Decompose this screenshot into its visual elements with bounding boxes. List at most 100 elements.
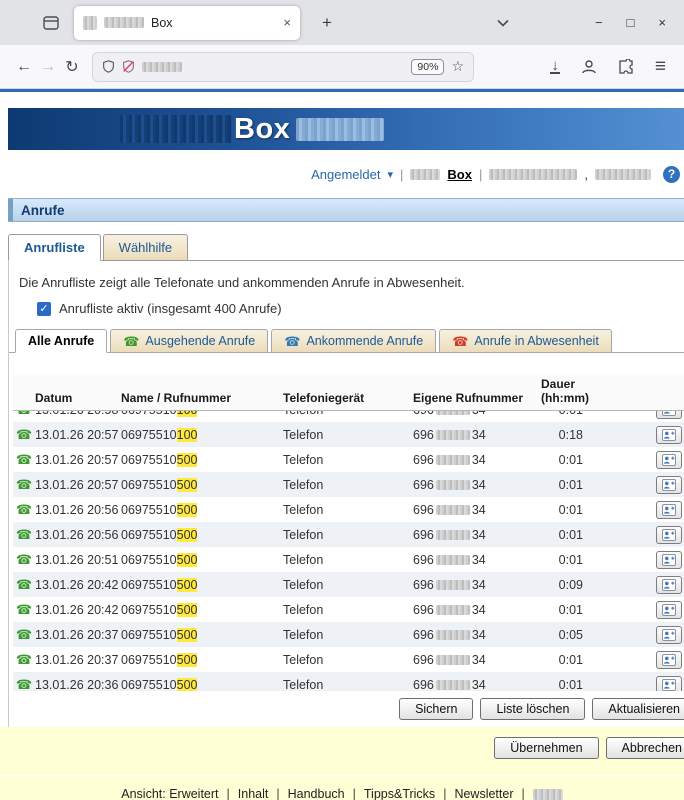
call-duration: 0:01 [559,503,589,517]
call-row: ☎ 13.01.26 20:42 06975510500 Telefon 696… [13,572,684,597]
call-row: ☎ 13.01.26 20:57 06975510500 Telefon 696… [13,472,684,497]
call-number: 06975510500 [121,678,283,692]
page-top-border [0,89,684,92]
page-title: Anrufe [21,203,65,218]
add-to-phonebook-button[interactable] [656,651,682,669]
url-bar[interactable]: 90% ☆ [92,52,474,82]
call-number: 06975510100 [121,428,283,442]
filter-tab-missed[interactable]: ☎ Anrufe in Abwesenheit [439,329,612,353]
liste-loeschen-button[interactable]: Liste löschen [480,698,585,720]
call-number: 06975510500 [121,453,283,467]
uebernehmen-button[interactable]: Übernehmen [494,737,598,759]
checkbox-checked-icon[interactable]: ✓ [37,302,51,316]
footer-link[interactable]: Ansicht: Erweitert [121,787,218,800]
abbrechen-button[interactable]: Abbrechen [606,737,684,759]
outgoing-call-icon: ☎ [16,502,32,517]
tab-anrufliste[interactable]: Anrufliste [8,234,101,261]
help-icon[interactable]: ? [663,166,680,183]
account-icon[interactable] [581,59,597,75]
outgoing-call-icon: ☎ [16,602,32,617]
call-date: 13.01.26 20:42 [35,603,121,617]
aktualisieren-button[interactable]: Aktualisieren [592,698,684,720]
own-number: 69634 [413,478,541,492]
add-to-phonebook-button[interactable] [656,451,682,469]
firefox-view-icon[interactable] [38,10,64,36]
call-device: Telefon [283,578,413,592]
filter-tab-incoming[interactable]: ☎ Ankommende Anrufe [271,329,436,353]
footer-link[interactable]: Inhalt [238,787,269,800]
filter-tab-label: Ankommende Anrufe [306,334,423,348]
call-device: Telefon [283,678,413,692]
table-header: Datum Name / Rufnummer Telefoniegerät Ei… [13,375,684,411]
separator: | [479,167,482,182]
call-device: Telefon [283,428,413,442]
apply-buttons: Übernehmen Abbrechen [0,727,684,759]
browser-tab[interactable]: Box × [74,6,300,40]
window-close-button[interactable]: × [658,15,666,30]
footer-link[interactable]: Tipps&Tricks [364,787,435,800]
call-duration: 0:09 [559,578,589,592]
add-to-phonebook-button[interactable] [656,526,682,544]
footer-separator: | [521,787,524,800]
shield-icon[interactable] [102,59,115,74]
logged-in-label[interactable]: Angemeldet [311,167,380,182]
add-to-phonebook-button[interactable] [656,476,682,494]
add-to-phonebook-button[interactable] [656,576,682,594]
tracking-protection-off-icon[interactable] [122,59,135,74]
call-duration: 0:05 [559,628,589,642]
session-bar: Angemeldet ▾ | Box | , ? [8,164,684,184]
window-controls: − □ × [595,15,674,30]
reload-button[interactable]: ↻ [60,57,84,77]
add-to-phonebook-button[interactable] [656,551,682,569]
search-highlight: 500 [177,553,198,567]
sichern-button[interactable]: Sichern [399,698,473,720]
window-minimize-button[interactable]: − [595,15,603,30]
forward-button[interactable]: → [36,58,60,76]
filter-tab-outgoing[interactable]: ☎ Ausgehende Anrufe [110,329,268,353]
window-maximize-button[interactable]: □ [627,15,635,30]
call-date: 13.01.26 20:51 [35,553,121,567]
call-date: 13.01.26 20:58 [35,411,121,417]
call-device: Telefon [283,628,413,642]
zoom-indicator[interactable]: 90% [411,59,444,75]
logged-in-caret-icon[interactable]: ▾ [388,168,394,181]
call-date: 13.01.26 20:57 [35,428,121,442]
toolbar-right-icons: ↓ ≡ [550,56,672,78]
add-to-phonebook-button[interactable] [656,626,682,644]
new-tab-button[interactable]: + [314,13,340,33]
extensions-icon[interactable] [618,59,634,75]
call-number: 06975510500 [121,628,283,642]
header-dauer-line1: Dauer [541,377,589,391]
list-tabs-chevron-icon[interactable] [497,19,509,27]
add-to-phonebook-button[interactable] [656,411,682,419]
call-date: 13.01.26 20:57 [35,453,121,467]
add-to-phonebook-button[interactable] [656,676,682,692]
call-row: ☎ 13.01.26 20:36 06975510500 Telefon 696… [13,672,684,691]
list-buttons: Sichern Liste löschen Aktualisieren [9,691,684,727]
filter-tab-all[interactable]: Alle Anrufe [15,329,107,353]
filter-tab-label: Ausgehende Anrufe [145,334,255,348]
add-to-phonebook-button[interactable] [656,601,682,619]
outgoing-call-icon: ☎ [16,652,32,667]
add-to-phonebook-button[interactable] [656,426,682,444]
downloads-icon[interactable]: ↓ [550,59,560,74]
outgoing-call-icon: ☎ [16,411,32,417]
box-link[interactable]: Box [447,167,472,182]
tab-close-icon[interactable]: × [283,15,291,30]
call-row: ☎ 13.01.26 20:58 06975510100 Telefon 696… [13,411,684,422]
footer-link[interactable]: Handbuch [288,787,345,800]
back-button[interactable]: ← [12,58,36,76]
outgoing-call-icon: ☎ [16,552,32,567]
own-number-redacted [436,455,470,465]
session-info-redacted [595,169,651,180]
call-list-active-checkbox-row[interactable]: ✓ Anrufliste aktiv (insgesamt 400 Anrufe… [37,301,674,316]
tab-waehlhilfe[interactable]: Wählhilfe [103,234,188,261]
filter-tab-label: Anrufe in Abwesenheit [474,334,598,348]
tab-title: Box [151,16,173,30]
own-number-redacted [436,630,470,640]
menu-icon[interactable]: ≡ [655,56,666,78]
outgoing-call-icon: ☎ [16,627,32,642]
bookmark-star-icon[interactable]: ☆ [451,58,464,75]
add-to-phonebook-button[interactable] [656,501,682,519]
footer-link[interactable]: Newsletter [454,787,513,800]
